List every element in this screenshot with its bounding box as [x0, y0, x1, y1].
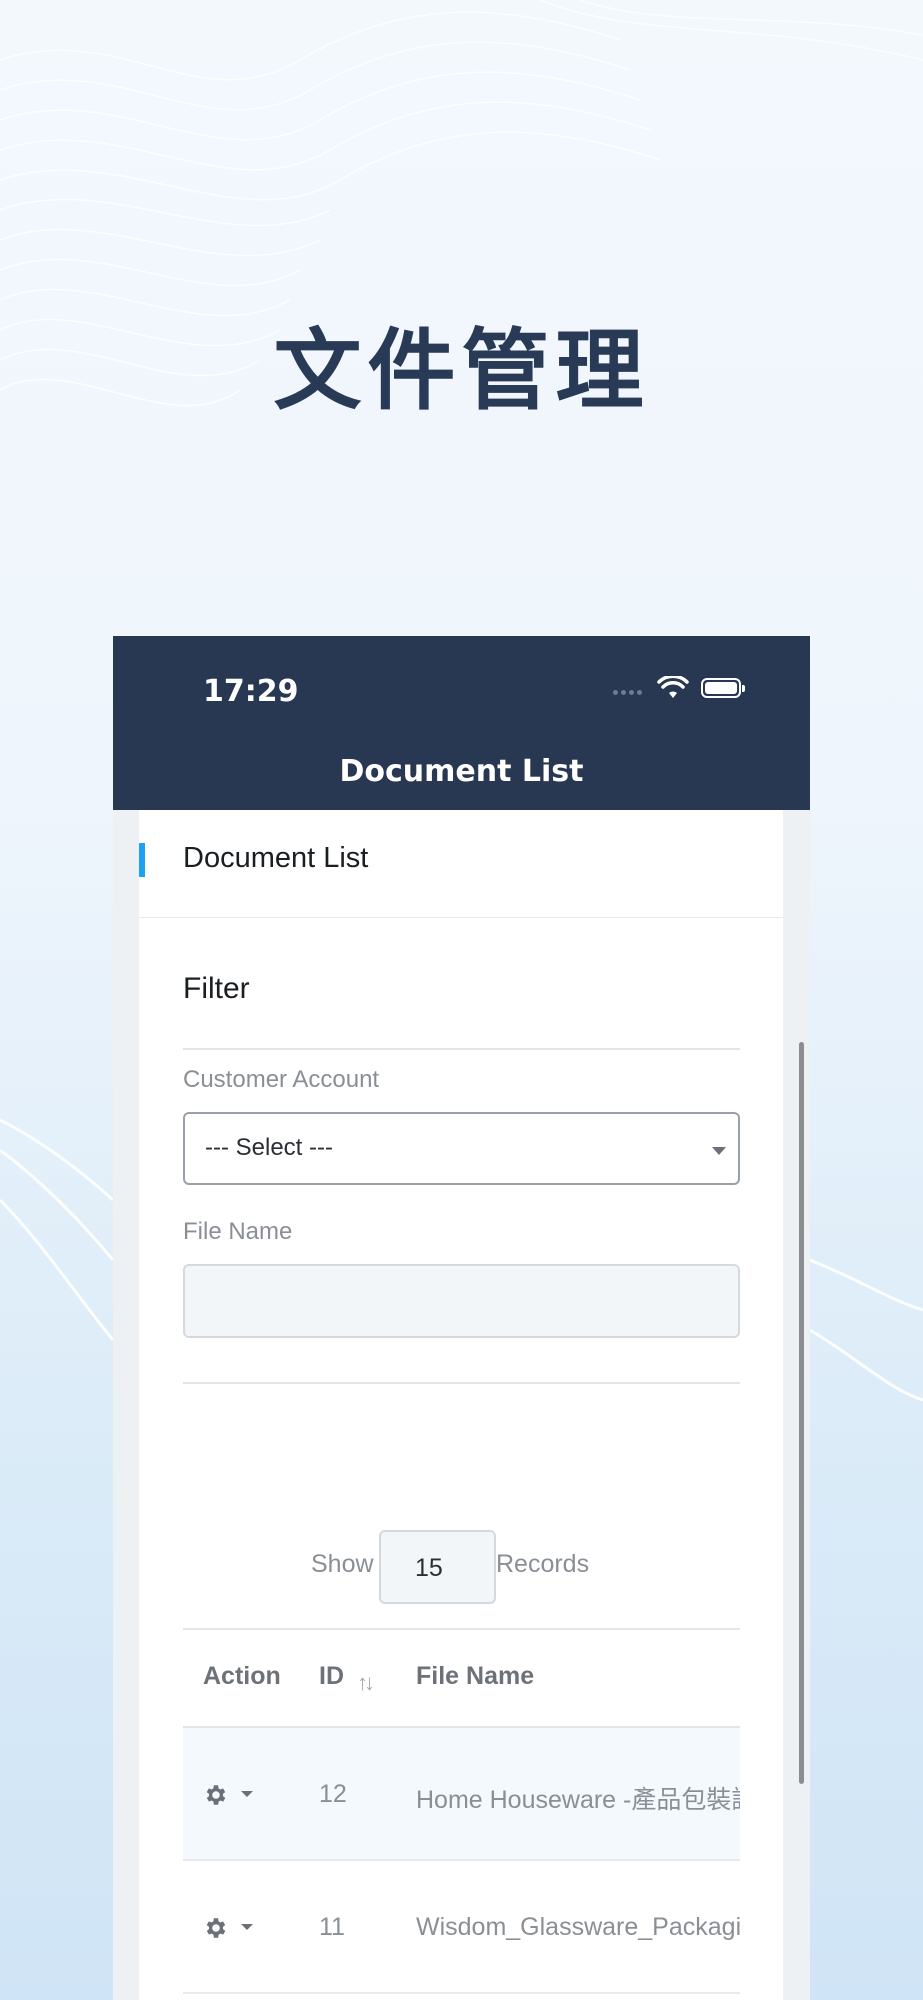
- document-list-card: Document List Filter Customer Account --…: [139, 810, 783, 2000]
- file-name-input[interactable]: [183, 1264, 740, 1338]
- status-time: 17:29: [203, 674, 299, 709]
- filter-title: Filter: [183, 972, 250, 1005]
- header-id[interactable]: ID: [319, 1662, 344, 1691]
- caret-down-icon[interactable]: [241, 1924, 253, 1930]
- chevron-down-icon: [712, 1147, 726, 1155]
- row-file-name[interactable]: Home Houseware -產品包裝說明: [416, 1780, 740, 1816]
- hero-title: 文件管理: [273, 319, 650, 422]
- records-label: Records: [496, 1550, 590, 1578]
- nav-title: Document List: [339, 754, 584, 789]
- row-id: 11: [319, 1913, 345, 1941]
- customer-account-select[interactable]: --- Select ---: [183, 1112, 740, 1185]
- row-id: 12: [319, 1780, 347, 1808]
- phone-screenshot: 17:29 Document List Document List Filter…: [113, 636, 810, 2000]
- show-label: Show: [311, 1550, 374, 1578]
- table-header: Action ID ↑↓ File Name: [183, 1628, 740, 1728]
- header-file-name[interactable]: File Name: [416, 1662, 534, 1691]
- gear-icon[interactable]: [203, 1782, 229, 1808]
- sort-icon[interactable]: ↑↓: [357, 1670, 375, 1696]
- divider: [183, 1048, 740, 1050]
- scrollbar[interactable]: [799, 1042, 804, 1784]
- records-per-page-value: 15: [415, 1554, 443, 1582]
- navigation-bar: 17:29 Document List: [113, 636, 810, 810]
- divider: [183, 1382, 740, 1384]
- status-icons: [613, 676, 763, 702]
- table-row: 11 Wisdom_Glassware_Packaging: [183, 1861, 740, 1994]
- customer-account-value: --- Select ---: [205, 1134, 333, 1161]
- file-name-label: File Name: [183, 1218, 293, 1245]
- signal-icon: [613, 690, 649, 696]
- wifi-icon: [657, 676, 689, 698]
- table-row: 12 Home Houseware -產品包裝說明: [183, 1728, 740, 1861]
- accent-bar: [139, 843, 145, 877]
- battery-icon: [701, 678, 745, 698]
- gear-icon[interactable]: [203, 1915, 229, 1941]
- records-per-page-input[interactable]: 15: [379, 1530, 496, 1604]
- caret-down-icon[interactable]: [241, 1791, 253, 1797]
- document-table: Action ID ↑↓ File Name 12 Home Houseware…: [183, 1628, 740, 1994]
- row-file-name[interactable]: Wisdom_Glassware_Packaging: [416, 1913, 740, 1942]
- customer-account-label: Customer Account: [183, 1066, 380, 1093]
- card-title: Document List: [183, 842, 369, 874]
- card-header: Document List: [139, 810, 783, 918]
- header-action: Action: [203, 1662, 281, 1690]
